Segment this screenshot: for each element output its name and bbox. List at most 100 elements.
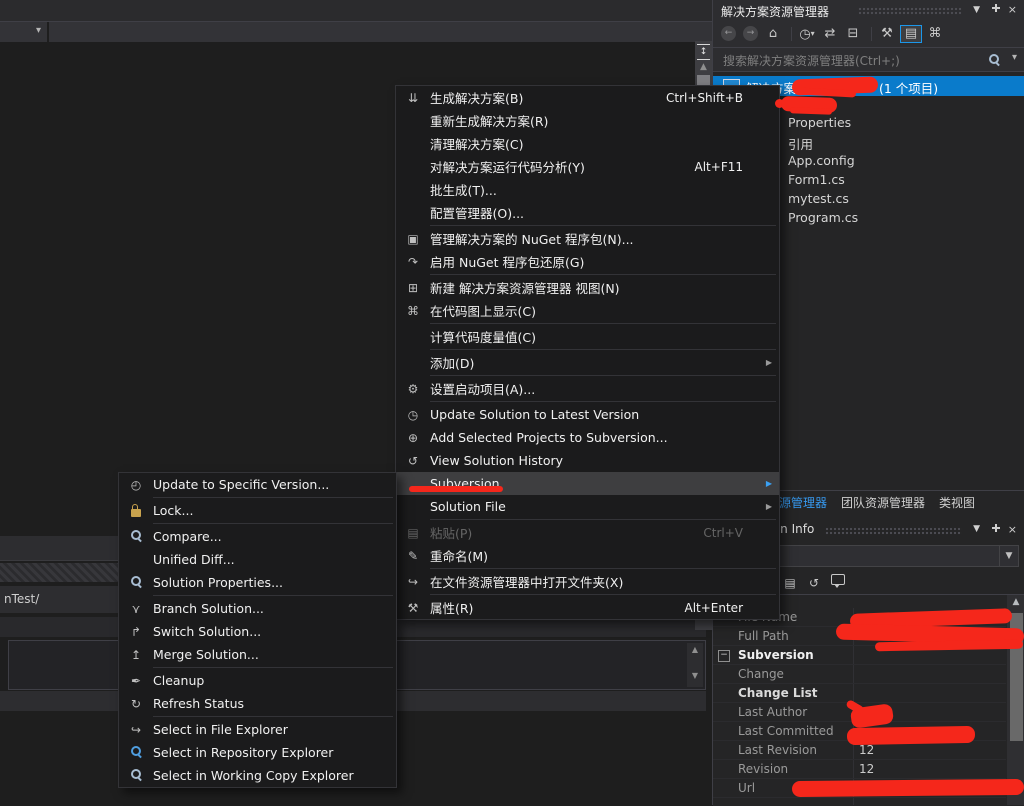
menu-item-manage-nuget-packages[interactable]: ▣管理解决方案的 NuGet 程序包(N)... <box>396 227 779 250</box>
menu-item-refresh-status[interactable]: ↻Refresh Status <box>119 692 396 715</box>
code-map-icon[interactable]: ⌘ <box>925 25 945 43</box>
refresh-icon: ↻ <box>119 697 153 711</box>
tab-class-view[interactable]: 类视图 <box>939 494 975 511</box>
tree-item[interactable]: Form1.cs <box>788 172 1018 191</box>
search-icon[interactable] <box>989 54 1000 65</box>
menu-item-rebuild-solution[interactable]: 重新生成解决方案(R) <box>396 109 779 132</box>
menu-item-lock[interactable]: Lock... <box>119 499 396 522</box>
menu-item-calculate-code-metrics[interactable]: 计算代码度量值(C) <box>396 325 779 348</box>
menu-item-switch-solution[interactable]: ↱Switch Solution... <box>119 620 396 643</box>
pin-icon[interactable] <box>992 4 1000 19</box>
update-clock-icon: ◷ <box>396 408 430 422</box>
menu-item-open-folder-in-file-explorer[interactable]: ↪在文件资源管理器中打开文件夹(X) <box>396 570 779 593</box>
menu-item-add[interactable]: 添加(D)▶ <box>396 351 779 374</box>
menu-item-update-to-specific-version[interactable]: ◴Update to Specific Version... <box>119 473 396 496</box>
grid-row-change[interactable]: Change <box>713 665 1006 684</box>
show-all-files-icon[interactable]: ▤ <box>900 25 922 43</box>
menu-item-enable-nuget-package-restore[interactable]: ↷启用 NuGet 程序包还原(G) <box>396 250 779 273</box>
menu-item-configuration-manager[interactable]: 配置管理器(O)... <box>396 201 779 224</box>
textarea-scrollbar[interactable]: ▲ ▼ <box>687 643 703 687</box>
rename-icon: ✎ <box>396 549 430 563</box>
tree-item[interactable]: 引用 <box>788 134 1018 153</box>
menu-item-solution-properties[interactable]: Solution Properties... <box>119 571 396 594</box>
menu-item-new-solution-explorer-view[interactable]: ⊞新建 解决方案资源管理器 视图(N) <box>396 276 779 299</box>
pending-changes-filter-icon[interactable]: ◷▾ <box>797 25 817 43</box>
back-icon[interactable]: ← <box>721 26 736 41</box>
solution-explorer-titlebar[interactable]: 解决方案资源管理器 ▼ × <box>713 0 1024 20</box>
menu-item-show-on-code-map[interactable]: ⌘在代码图上显示(C) <box>396 299 779 322</box>
history-icon[interactable]: ↺ <box>806 575 822 591</box>
menu-item-compare[interactable]: Compare... <box>119 525 396 548</box>
menu-item-clean-solution[interactable]: 清理解决方案(C) <box>396 132 779 155</box>
menu-item-solution-file[interactable]: Solution File▶ <box>396 495 779 518</box>
window-position-icon[interactable]: ▼ <box>973 522 980 536</box>
menu-item-set-startup-projects[interactable]: ⚙设置启动项目(A)... <box>396 377 779 400</box>
window-position-icon[interactable]: ▼ <box>973 3 980 17</box>
menu-item-label: Update to Specific Version... <box>153 477 329 492</box>
menu-item-select-in-working-copy-explorer[interactable]: Select in Working Copy Explorer <box>119 764 396 787</box>
menu-item-select-in-file-explorer[interactable]: ↪Select in File Explorer <box>119 718 396 741</box>
scroll-down-icon[interactable]: ▼ <box>687 671 703 680</box>
tab-team-explorer[interactable]: 团队资源管理器 <box>841 494 925 511</box>
menu-item-batch-build[interactable]: 批生成(T)... <box>396 178 779 201</box>
menu-item-unified-diff[interactable]: Unified Diff... <box>119 548 396 571</box>
menu-item-label: Solution Properties... <box>153 575 283 590</box>
collapse-all-icon[interactable]: ⊟ <box>843 25 863 43</box>
search-box[interactable]: 搜索解决方案资源管理器(Ctrl+;) ▾ <box>713 48 1024 72</box>
menu-item-view-solution-history[interactable]: ↺View Solution History <box>396 449 779 472</box>
comment-icon[interactable] <box>830 575 846 591</box>
menu-item-select-in-repository-explorer[interactable]: Select in Repository Explorer <box>119 741 396 764</box>
scroll-up-icon[interactable]: ▲ <box>687 645 703 654</box>
tree-item[interactable]: mytest.cs <box>788 191 1018 210</box>
menu-item-cleanup[interactable]: ✒Cleanup <box>119 669 396 692</box>
menu-item-label: Branch Solution... <box>153 601 264 616</box>
sync-with-active-document-icon[interactable]: ⇄ <box>820 25 840 43</box>
menu-item-label: 对解决方案运行代码分析(Y) <box>430 157 585 176</box>
tree-item[interactable]: Program.cs <box>788 210 1018 229</box>
menu-item-label: 批生成(T)... <box>430 180 497 199</box>
properties-wrench-icon[interactable]: ⚒ <box>877 25 897 43</box>
scroll-up-icon[interactable]: ▲ <box>1007 597 1024 607</box>
menu-item-rename[interactable]: ✎重命名(M) <box>396 544 779 567</box>
chevron-down-icon[interactable]: ▾ <box>1012 52 1017 63</box>
menu-item-build-solution[interactable]: ⇊生成解决方案(B)Ctrl+Shift+B <box>396 86 779 109</box>
home-icon[interactable]: ⌂ <box>763 25 783 43</box>
solution-properties-icon <box>119 576 153 590</box>
collapse-expander-icon[interactable]: − <box>718 650 730 662</box>
grid-scrollbar[interactable]: ▲ <box>1007 595 1024 805</box>
grid-row-revision[interactable]: Revision12 <box>713 760 1006 779</box>
grid-row-label: Revision <box>738 762 788 776</box>
menu-item-branch-solution[interactable]: ⋎Branch Solution... <box>119 597 396 620</box>
menu-item-label: Add Selected Projects to Subversion... <box>430 430 668 445</box>
compare-icon <box>131 530 142 541</box>
tree-item[interactable]: Properties <box>788 115 1018 134</box>
open-folder-icon: ↪ <box>396 575 430 589</box>
titlebar-grip <box>825 527 962 535</box>
splitter-handle-icon[interactable]: ↕ <box>697 44 710 60</box>
menu-item-add-selected-projects-to-subversion[interactable]: ⊕Add Selected Projects to Subversion... <box>396 426 779 449</box>
menu-item-update-solution-to-latest-version[interactable]: ◷Update Solution to Latest Version <box>396 403 779 426</box>
menu-item-merge-solution[interactable]: ↥Merge Solution... <box>119 643 396 666</box>
grid-row-change-list[interactable]: Change List <box>713 684 1006 703</box>
log-icon[interactable]: ▤ <box>782 575 798 591</box>
new-view-icon: ⊞ <box>396 281 430 295</box>
menu-item-run-code-analysis-on-solution[interactable]: 对解决方案运行代码分析(Y) Alt+F11 <box>396 155 779 178</box>
close-icon[interactable]: × <box>1008 523 1017 537</box>
menu-item-label: 清理解决方案(C) <box>430 134 523 153</box>
menu-item-label: Compare... <box>153 529 222 544</box>
submenu-arrow-icon: ▶ <box>766 358 772 367</box>
forward-icon[interactable]: → <box>743 26 758 41</box>
menu-item-label: 重命名(M) <box>430 546 488 565</box>
menu-item-label: View Solution History <box>430 453 563 468</box>
menu-item-shortcut: Alt+F11 <box>695 160 769 174</box>
menu-item-properties[interactable]: ⚒属性(R)Alt+Enter <box>396 596 779 619</box>
menu-item-label: 设置启动项目(A)... <box>430 379 535 398</box>
menu-item-label: 启用 NuGet 程序包还原(G) <box>430 252 584 271</box>
navigation-dropdown[interactable]: ▾ <box>0 22 49 42</box>
scroll-up-icon[interactable]: ▲ <box>695 62 712 72</box>
solution-context-menu: ⇊生成解决方案(B)Ctrl+Shift+B重新生成解决方案(R) 清理解决方案(… <box>395 85 780 620</box>
tree-item[interactable]: App.config <box>788 153 1018 172</box>
pin-icon[interactable] <box>992 524 1000 539</box>
close-icon[interactable]: × <box>1008 3 1017 17</box>
redaction-scribble-last-committed <box>847 726 975 745</box>
